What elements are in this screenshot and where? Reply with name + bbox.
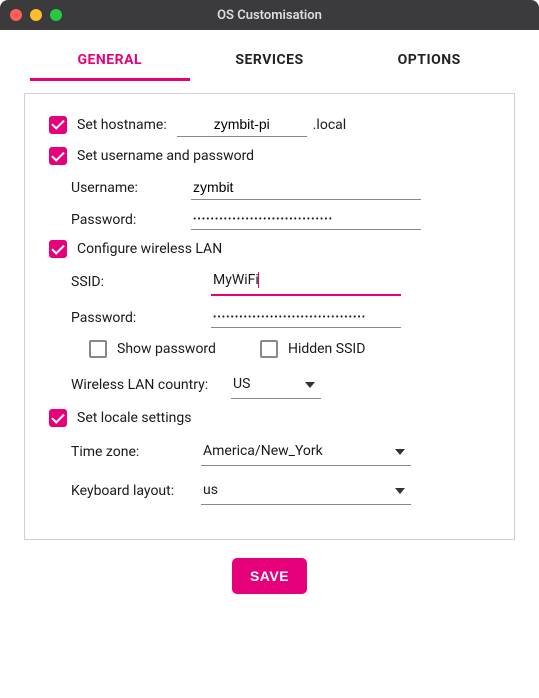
timezone-row: Time zone: America/New_York xyxy=(71,437,490,466)
set-hostname-checkbox[interactable] xyxy=(49,116,67,134)
tab-general[interactable]: GENERAL xyxy=(30,52,190,81)
wifi-country-label: Wireless LAN country: xyxy=(71,377,231,393)
set-locale-label: Set locale settings xyxy=(77,410,191,426)
tab-options[interactable]: OPTIONS xyxy=(349,52,509,81)
password-label: Password: xyxy=(71,212,191,228)
wifi-password-label: Password: xyxy=(71,310,211,326)
show-password-label: Show password xyxy=(117,341,216,357)
hidden-ssid-checkbox[interactable] xyxy=(260,340,278,358)
username-input[interactable] xyxy=(191,175,421,200)
wifi-options-row: Show password Hidden SSID xyxy=(89,340,490,358)
save-button[interactable]: SAVE xyxy=(232,558,307,594)
password-row: Password: ••••••••••••••••••••••••••••••… xyxy=(71,210,490,230)
show-password-checkbox[interactable] xyxy=(89,340,107,358)
maximize-window-button[interactable] xyxy=(50,9,62,21)
hostname-row: Set hostname: .local xyxy=(49,112,490,137)
keyboard-label: Keyboard layout: xyxy=(71,483,201,499)
close-window-button[interactable] xyxy=(10,9,22,21)
wifi-password-input[interactable]: ••••••••••••••••••••••••••••••••••• xyxy=(211,308,401,328)
timezone-select[interactable]: America/New_York xyxy=(201,437,411,466)
minimize-window-button[interactable] xyxy=(30,9,42,21)
titlebar: OS Customisation xyxy=(0,0,539,30)
hostname-suffix: .local xyxy=(313,117,346,133)
username-row: Username: xyxy=(71,175,490,200)
ssid-value: MyWiFi xyxy=(213,272,259,288)
configure-wifi-checkbox[interactable] xyxy=(49,240,67,258)
tab-services[interactable]: SERVICES xyxy=(190,52,350,81)
text-caret xyxy=(258,272,259,288)
keyboard-select[interactable]: us xyxy=(201,476,411,505)
hidden-ssid-label: Hidden SSID xyxy=(288,341,365,357)
set-hostname-label: Set hostname: xyxy=(77,117,167,133)
set-locale-checkbox[interactable] xyxy=(49,409,67,427)
window-title: OS Customisation xyxy=(0,8,539,23)
tab-bar: GENERAL SERVICES OPTIONS xyxy=(0,30,539,81)
locale-row: Set locale settings xyxy=(49,409,490,427)
hostname-input[interactable] xyxy=(177,112,307,137)
timezone-label: Time zone: xyxy=(71,444,201,460)
wifi-country-select[interactable]: US xyxy=(231,370,321,399)
username-label: Username: xyxy=(71,180,191,196)
set-userpass-checkbox[interactable] xyxy=(49,147,67,165)
ssid-row: SSID: MyWiFi xyxy=(71,268,490,296)
ssid-input[interactable]: MyWiFi xyxy=(211,268,401,296)
wifi-password-row: Password: ••••••••••••••••••••••••••••••… xyxy=(71,308,490,328)
set-userpass-label: Set username and password xyxy=(77,148,254,164)
keyboard-row: Keyboard layout: us xyxy=(71,476,490,505)
userpass-row: Set username and password xyxy=(49,147,490,165)
wifi-country-row: Wireless LAN country: US xyxy=(71,370,490,399)
password-input[interactable]: •••••••••••••••••••••••••••••••• xyxy=(191,210,421,230)
ssid-label: SSID: xyxy=(71,274,211,290)
wifi-row: Configure wireless LAN xyxy=(49,240,490,258)
configure-wifi-label: Configure wireless LAN xyxy=(77,241,222,257)
general-panel: Set hostname: .local Set username and pa… xyxy=(24,93,515,540)
